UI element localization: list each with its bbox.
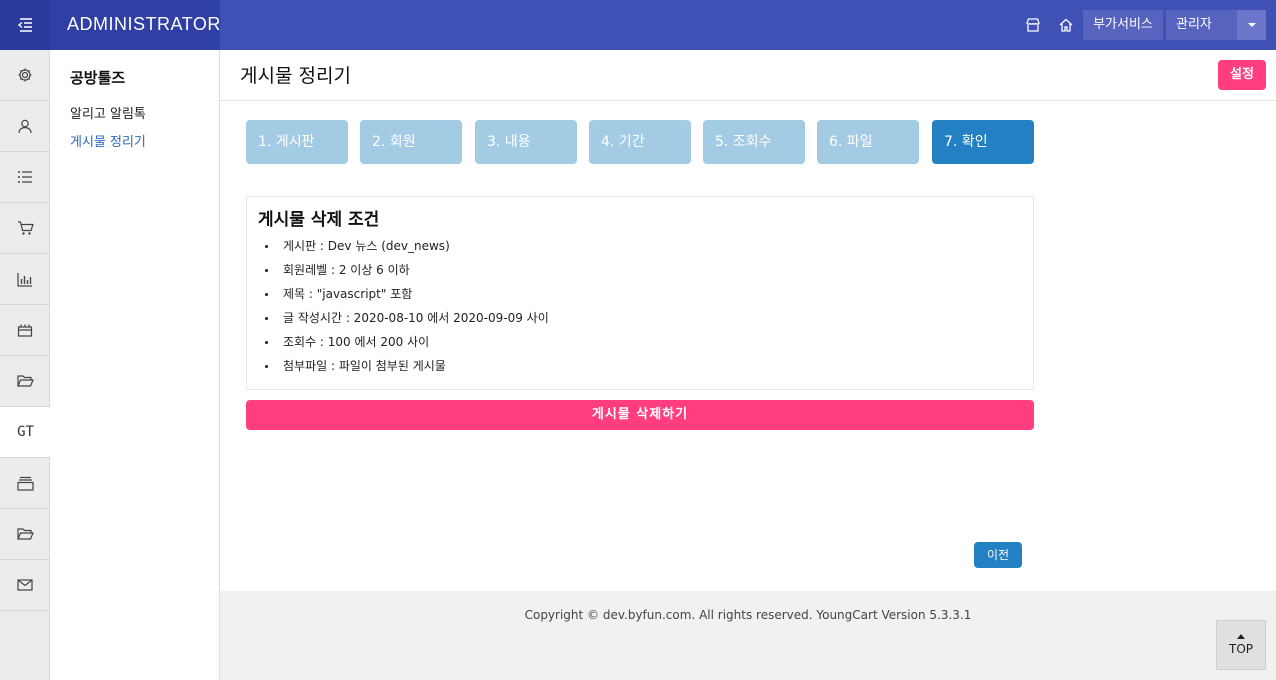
scroll-top-label: TOP <box>1228 642 1253 656</box>
step-member[interactable]: 2. 회원 <box>360 120 462 164</box>
arrow-up-icon <box>1237 634 1245 639</box>
gt-label: GT <box>17 424 34 440</box>
condition-board: 게시판 : Dev 뉴스 (dev_news) <box>263 237 549 261</box>
rail-item-shop[interactable] <box>0 203 50 254</box>
user-icon <box>18 119 32 134</box>
condition-views: 조회수 : 100 에서 200 사이 <box>263 333 549 357</box>
title-divider <box>220 100 1276 101</box>
folder-open-icon <box>16 375 34 387</box>
step-board[interactable]: 1. 게시판 <box>246 120 348 164</box>
delete-posts-button[interactable]: 게시물 삭제하기 <box>246 400 1034 430</box>
subnav-title: 공방툴즈 <box>70 69 126 87</box>
menu-collapse-button[interactable] <box>0 0 50 50</box>
subnav-link-post-cleaner[interactable]: 게시물 정리기 <box>70 131 146 150</box>
subnav-link-aligo-alimtalk[interactable]: 알리고 알림톡 <box>70 103 146 122</box>
caret-down-icon <box>1247 23 1256 27</box>
rail-item-folder-2[interactable] <box>0 509 50 560</box>
menu-collapse-icon <box>17 18 32 32</box>
rail-item-shop-setting[interactable] <box>0 305 50 356</box>
footer: Copyright © dev.byfun.com. All rights re… <box>220 591 1276 680</box>
conditions-title: 게시물 삭제 조건 <box>258 210 380 230</box>
step-views[interactable]: 5. 조회수 <box>703 120 805 164</box>
rail-item-folder[interactable] <box>0 356 50 407</box>
list-icon <box>18 171 32 183</box>
archive-icon <box>16 476 34 491</box>
rail-item-stats[interactable] <box>0 254 50 305</box>
brand-title: ADMINISTRATOR <box>50 0 220 50</box>
condition-attachment: 첨부파일 : 파일이 첨부된 게시물 <box>263 357 549 381</box>
addon-service-button[interactable]: 부가서비스 <box>1083 10 1163 40</box>
store-icon <box>17 324 33 337</box>
step-period[interactable]: 4. 기간 <box>589 120 691 164</box>
rail-item-members[interactable] <box>0 101 50 152</box>
home-icon <box>1059 18 1073 32</box>
secondary-sidebar: 공방툴즈 알리고 알림톡 게시물 정리기 <box>50 50 220 680</box>
rail-item-archive[interactable] <box>0 458 50 509</box>
bar-chart-icon <box>17 272 32 287</box>
cart-icon <box>17 221 34 235</box>
home-button[interactable] <box>1055 14 1077 36</box>
condition-subject: 제목 : "javascript" 포함 <box>263 285 549 309</box>
rail-item-gt[interactable]: GT <box>0 407 51 458</box>
icon-rail: GT <box>0 50 51 680</box>
delete-conditions-panel: 게시물 삭제 조건 게시판 : Dev 뉴스 (dev_news) 회원레벨 :… <box>246 196 1034 390</box>
copyright-text: Copyright © dev.byfun.com. All rights re… <box>524 608 972 622</box>
rail-item-board[interactable] <box>0 152 50 203</box>
scroll-top-button[interactable]: TOP <box>1216 620 1266 670</box>
gear-icon <box>18 68 32 82</box>
step-file[interactable]: 6. 파일 <box>817 120 919 164</box>
folder-open-icon <box>16 528 34 540</box>
mail-icon <box>17 579 33 591</box>
condition-member-level: 회원레벨 : 2 이상 6 이하 <box>263 261 549 285</box>
page-title: 게시물 정리기 <box>240 65 351 87</box>
step-content[interactable]: 3. 내용 <box>475 120 577 164</box>
condition-date-range: 글 작성시간 : 2020-08-10 에서 2020-09-09 사이 <box>263 309 549 333</box>
previous-button[interactable]: 이전 <box>974 542 1022 568</box>
rail-item-mail[interactable] <box>0 560 50 611</box>
admin-dropdown-toggle[interactable] <box>1237 10 1266 40</box>
rail-item-settings[interactable] <box>0 50 50 101</box>
shop-icon <box>1026 18 1040 32</box>
admin-menu-button[interactable]: 관리자 <box>1166 10 1237 40</box>
settings-button[interactable]: 설정 <box>1218 60 1266 90</box>
step-confirm[interactable]: 7. 확인 <box>932 120 1034 164</box>
conditions-list: 게시판 : Dev 뉴스 (dev_news) 회원레벨 : 2 이상 6 이하… <box>263 237 549 381</box>
shop-button[interactable] <box>1022 14 1044 36</box>
top-header: ADMINISTRATOR 부가서비스 관리자 <box>0 0 1276 50</box>
